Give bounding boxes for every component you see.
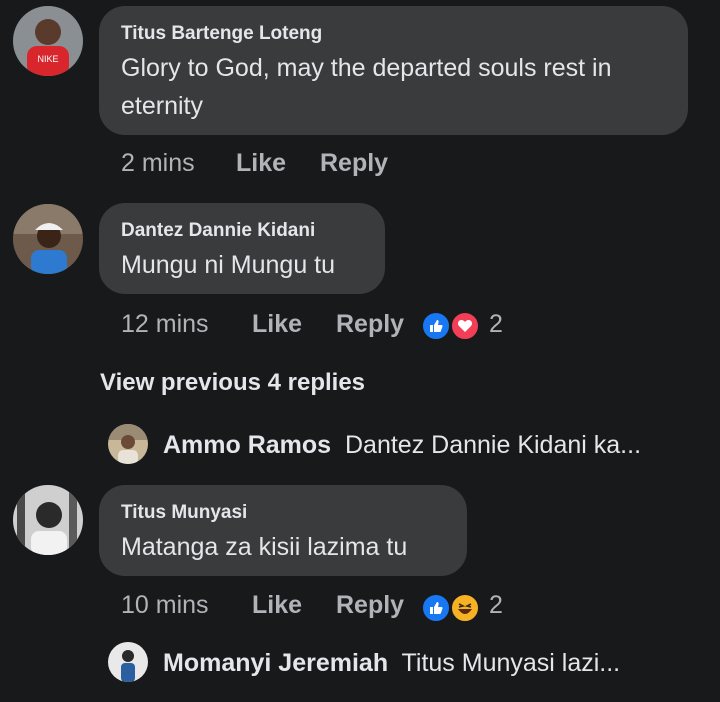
reply-preview[interactable]: Momanyi Jeremiah Titus Munyasi lazi... [163,649,620,678]
reaction-count[interactable]: 2 [489,310,503,339]
like-button[interactable]: Like [252,591,302,620]
reply-button[interactable]: Reply [336,310,404,339]
like-button[interactable]: Like [236,149,286,178]
comment-bubble[interactable]: Titus Bartenge Loteng Glory to God, may … [99,6,688,135]
comment-text: Matanga za kisii lazima tu [121,533,408,561]
reaction-count[interactable]: 2 [489,591,503,620]
comment-time[interactable]: 12 mins [121,310,209,339]
reply-author[interactable]: Momanyi Jeremiah [163,649,388,677]
svg-text:NIKE: NIKE [37,54,58,64]
reply-button[interactable]: Reply [320,149,388,178]
reply-preview-text: Titus Munyasi lazi... [401,649,621,677]
comment-author[interactable]: Titus Munyasi [121,502,247,524]
like-icon[interactable] [421,593,451,623]
view-previous-replies-link[interactable]: View previous 4 replies [100,369,365,397]
reply-author[interactable]: Ammo Ramos [163,431,331,459]
comment-bubble[interactable]: Titus Munyasi Matanga za kisii lazima tu [99,485,467,576]
avatar-momanyi-jeremiah[interactable] [108,642,148,682]
like-button[interactable]: Like [252,310,302,339]
reply-button[interactable]: Reply [336,591,404,620]
comment-text: Glory to God, may the departed souls res… [121,54,612,120]
avatar-dantez-dannie[interactable] [13,204,83,274]
comment-time[interactable]: 2 mins [121,149,195,178]
comment-author[interactable]: Titus Bartenge Loteng [121,23,322,45]
comment-time[interactable]: 10 mins [121,591,209,620]
avatar-titus-bartenge[interactable]: NIKE [13,6,83,76]
avatar-ammo-ramos[interactable] [108,424,148,464]
love-icon[interactable] [450,311,480,341]
comment-author[interactable]: Dantez Dannie Kidani [121,220,315,242]
like-icon[interactable] [421,311,451,341]
reply-preview-text: Dantez Dannie Kidani ka... [345,431,642,459]
avatar-titus-munyasi[interactable] [13,485,83,555]
haha-icon[interactable] [450,593,480,623]
reply-preview[interactable]: Ammo Ramos Dantez Dannie Kidani ka... [163,431,641,460]
comment-bubble[interactable]: Dantez Dannie Kidani Mungu ni Mungu tu [99,203,385,294]
comment-text: Mungu ni Mungu tu [121,251,336,279]
